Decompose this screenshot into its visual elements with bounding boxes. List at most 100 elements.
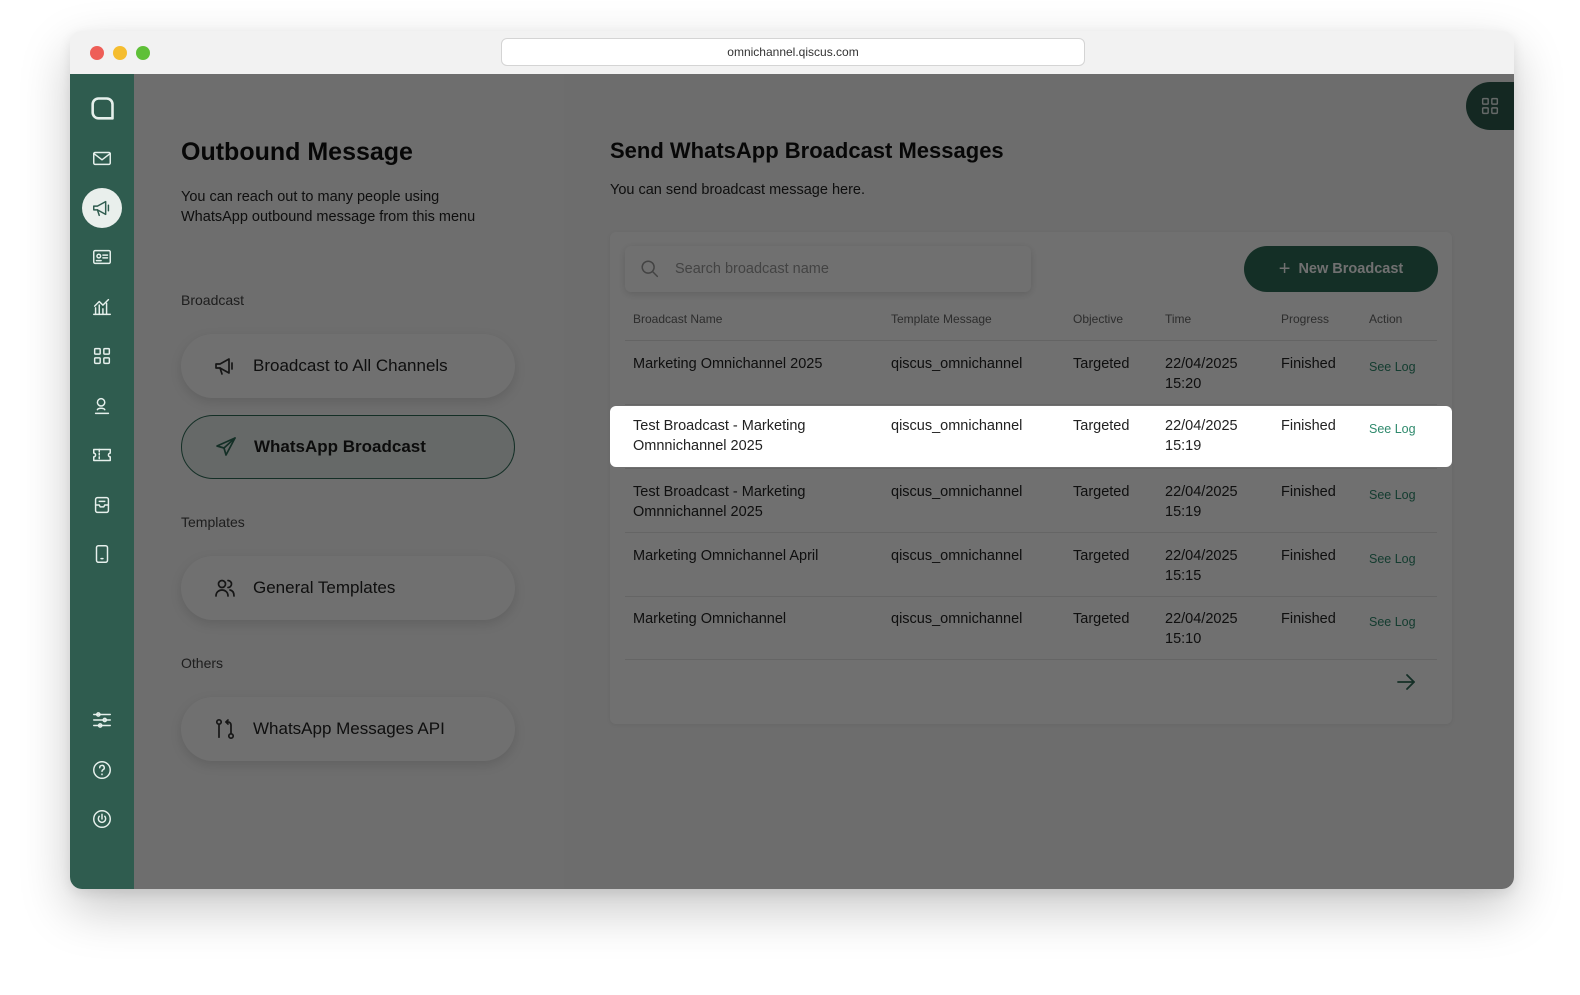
cell-time: 22/04/2025 15:19 [1165, 416, 1238, 456]
cell-date: 22/04/2025 [1165, 611, 1238, 627]
apps-grid-icon[interactable] [82, 336, 122, 376]
plus-icon: + [1278, 258, 1291, 280]
menu-item-label: WhatsApp Messages API [253, 719, 445, 738]
apps-launcher-button[interactable] [1466, 82, 1514, 130]
new-broadcast-button[interactable]: + New Broadcast [1244, 246, 1438, 292]
megaphone-icon[interactable] [82, 188, 122, 228]
inbox-icon[interactable] [82, 485, 122, 525]
broadcast-table-card: + New Broadcast Broadcast Name Template … [610, 232, 1452, 724]
contact-card-icon[interactable] [82, 237, 122, 277]
arrow-right-icon [1397, 674, 1415, 690]
broadcast-all-channels-button[interactable]: Broadcast to All Channels [181, 334, 515, 398]
page-title: Outbound Message [181, 138, 413, 166]
maximize-window-button[interactable] [136, 46, 150, 60]
cell-name: Marketing Omnichannel [633, 611, 787, 627]
column-header-objective: Objective [1073, 312, 1124, 326]
cell-name: Marketing Omnichannel April [633, 548, 819, 564]
main-title: Send WhatsApp Broadcast Messages [610, 138, 1004, 163]
table-row[interactable]: Marketing Omnichannel April qiscus_omnic… [610, 533, 1452, 597]
cell-name: Test Broadcast - Marketing Omnnichannel … [633, 418, 806, 454]
section-label-others: Others [181, 655, 224, 671]
cell-date: 22/04/2025 [1165, 484, 1238, 500]
menu-item-label: WhatsApp Broadcast [254, 437, 426, 456]
table-row[interactable]: Marketing Omnichannel 2025 qiscus_omnich… [610, 341, 1452, 405]
menu-item-label: General Templates [253, 578, 396, 597]
cell-clock: 15:15 [1165, 568, 1202, 584]
app-root: Outbound Message You can reach out to ma… [70, 74, 1514, 889]
see-log-link[interactable]: See Log [1369, 357, 1416, 377]
row-divider [625, 659, 1437, 660]
cell-time: 22/04/2025 15:10 [1165, 609, 1238, 649]
see-log-link[interactable]: See Log [1369, 485, 1416, 505]
browser-window: omnichannel.qiscus.com Outbound Message … [70, 31, 1514, 889]
whatsapp-messages-api-button[interactable]: WhatsApp Messages API [181, 697, 515, 761]
cell-date: 22/04/2025 [1165, 548, 1238, 564]
browser-titlebar: omnichannel.qiscus.com [70, 31, 1514, 74]
cell-time: 22/04/2025 15:19 [1165, 482, 1238, 522]
see-log-link[interactable]: See Log [1369, 549, 1416, 569]
cell-name: Test Broadcast - Marketing Omnnichannel … [633, 484, 806, 520]
next-page-button[interactable] [1394, 670, 1418, 694]
users-icon [215, 579, 235, 597]
cell-template: qiscus_omnichannel [891, 548, 1023, 564]
agent-icon[interactable] [82, 386, 122, 426]
whatsapp-broadcast-button[interactable]: WhatsApp Broadcast [181, 415, 515, 479]
section-label-broadcast: Broadcast [181, 292, 245, 308]
close-window-button[interactable] [90, 46, 104, 60]
page-description: You can reach out to many people using W… [181, 189, 476, 225]
send-icon [216, 437, 236, 456]
broadcast-main: Send WhatsApp Broadcast Messages You can… [564, 74, 1514, 889]
cell-progress: Finished [1281, 484, 1336, 500]
cell-objective: Targeted [1073, 356, 1130, 372]
search-icon [641, 260, 659, 278]
ticket-icon[interactable] [82, 435, 122, 475]
table-row[interactable]: Test Broadcast - Marketing Omnnichannel … [610, 469, 1452, 533]
address-bar[interactable]: omnichannel.qiscus.com [501, 38, 1085, 66]
cell-template: qiscus_omnichannel [891, 356, 1023, 372]
cell-clock: 15:19 [1165, 504, 1202, 520]
search-box[interactable] [625, 246, 1031, 292]
see-log-link[interactable]: See Log [1369, 612, 1416, 632]
cell-progress: Finished [1281, 548, 1336, 564]
general-templates-button[interactable]: General Templates [181, 556, 515, 620]
cell-objective: Targeted [1073, 611, 1130, 627]
column-header-name: Broadcast Name [633, 312, 723, 326]
cell-date: 22/04/2025 [1165, 418, 1238, 434]
apps-grid-icon [1481, 97, 1499, 115]
cell-clock: 15:10 [1165, 631, 1202, 647]
cell-template: qiscus_omnichannel [891, 418, 1023, 434]
column-header-action: Action [1369, 312, 1403, 326]
mail-icon[interactable] [82, 138, 122, 178]
cell-progress: Finished [1281, 611, 1336, 627]
cell-name: Marketing Omnichannel 2025 [633, 356, 823, 372]
git-pull-request-icon [215, 718, 235, 740]
highlighted-table-row[interactable]: Test Broadcast - Marketing Omnnichannel … [610, 406, 1452, 467]
cell-template: qiscus_omnichannel [891, 484, 1023, 500]
content-area: Outbound Message You can reach out to ma… [134, 74, 1514, 889]
chat-logo-icon[interactable] [82, 89, 122, 129]
cell-objective: Targeted [1073, 548, 1130, 564]
cell-time: 22/04/2025 15:20 [1165, 354, 1238, 394]
menu-item-label: Broadcast to All Channels [253, 356, 448, 375]
cell-objective: Targeted [1073, 418, 1130, 434]
mobile-icon[interactable] [82, 534, 122, 574]
cell-progress: Finished [1281, 356, 1336, 372]
see-log-link[interactable]: See Log [1369, 419, 1416, 439]
cell-objective: Targeted [1073, 484, 1130, 500]
icon-rail [70, 74, 134, 889]
settings-sliders-icon[interactable] [82, 700, 122, 740]
column-header-template: Template Message [891, 312, 992, 326]
power-icon[interactable] [82, 799, 122, 839]
megaphone-icon [215, 358, 233, 375]
main-description: You can send broadcast message here. [610, 182, 865, 198]
minimize-window-button[interactable] [113, 46, 127, 60]
help-icon[interactable] [82, 750, 122, 790]
analytics-icon[interactable] [82, 287, 122, 327]
column-header-progress: Progress [1281, 312, 1330, 326]
column-header-time: Time [1165, 312, 1192, 326]
outbound-menu-panel: Outbound Message You can reach out to ma… [134, 74, 564, 889]
cell-date: 22/04/2025 [1165, 356, 1238, 372]
table-row[interactable]: Marketing Omnichannel qiscus_omnichannel… [610, 596, 1452, 660]
section-label-templates: Templates [181, 514, 245, 530]
search-input[interactable] [675, 261, 1015, 277]
